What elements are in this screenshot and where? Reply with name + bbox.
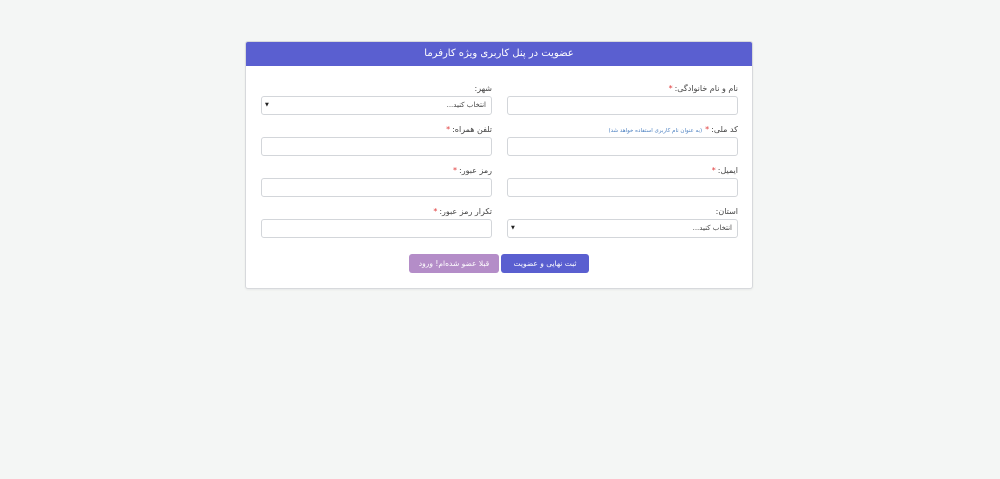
card-header: عضویت در پنل کاربری ویژه کارفرما	[246, 42, 752, 66]
required-marker: *	[446, 125, 451, 134]
page-title: عضویت در پنل کاربری ویژه کارفرما	[424, 48, 574, 59]
national-code-group: کد ملی:*(به عنوان نام کاربری استفاده خوا…	[507, 123, 738, 164]
mobile-label: تلفن همراه:*	[261, 123, 492, 136]
city-select-value: انتخاب کنید...	[446, 101, 486, 109]
login-button[interactable]: قبلا عضو شده‌ام! ورود	[409, 254, 499, 273]
form-actions: ثبت نهایی و عضویت قبلا عضو شده‌ام! ورود	[246, 254, 752, 273]
registration-form: نام و نام خانوادگی:* شهر: انتخاب کنید...…	[261, 82, 738, 246]
full-name-input[interactable]	[507, 96, 738, 115]
national-code-input[interactable]	[507, 137, 738, 156]
national-code-label: کد ملی:*(به عنوان نام کاربری استفاده خوا…	[507, 123, 738, 136]
email-label-text: ایمیل:	[717, 166, 738, 175]
province-group: استان: انتخاب کنید... ▼	[507, 205, 738, 246]
mobile-input[interactable]	[261, 137, 492, 156]
required-marker: *	[711, 166, 716, 175]
password-repeat-label-text: تکرار رمز عبور:	[439, 207, 492, 216]
email-label: ایمیل:*	[507, 164, 738, 177]
form-row: استان: انتخاب کنید... ▼ تکرار رمز عبور:*	[261, 205, 738, 246]
national-code-hint: (به عنوان نام کاربری استفاده خواهد شد)	[608, 128, 703, 134]
password-input[interactable]	[261, 178, 492, 197]
national-code-label-text: کد ملی:	[711, 125, 738, 134]
caret-down-icon: ▼	[511, 225, 515, 231]
city-group: شهر: انتخاب کنید... ▼	[261, 82, 492, 123]
password-repeat-input[interactable]	[261, 219, 492, 238]
mobile-label-text: تلفن همراه:	[452, 125, 492, 134]
full-name-group: نام و نام خانوادگی:*	[507, 82, 738, 123]
required-marker: *	[433, 207, 438, 216]
form-row: ایمیل:* رمز عبور:*	[261, 164, 738, 205]
form-row: نام و نام خانوادگی:* شهر: انتخاب کنید...…	[261, 82, 738, 123]
registration-card: عضویت در پنل کاربری ویژه کارفرما نام و ن…	[245, 41, 753, 289]
caret-down-icon: ▼	[265, 102, 269, 108]
password-repeat-group: تکرار رمز عبور:*	[261, 205, 492, 246]
city-select[interactable]: انتخاب کنید... ▼	[261, 96, 492, 115]
password-repeat-label: تکرار رمز عبور:*	[261, 205, 492, 218]
email-group: ایمیل:*	[507, 164, 738, 205]
city-label: شهر:	[474, 84, 493, 93]
password-group: رمز عبور:*	[261, 164, 492, 205]
form-row: کد ملی:*(به عنوان نام کاربری استفاده خوا…	[261, 123, 738, 164]
submit-register-button[interactable]: ثبت نهایی و عضویت	[501, 254, 589, 273]
required-marker: *	[453, 166, 458, 175]
password-label-text: رمز عبور:	[459, 166, 492, 175]
province-select[interactable]: انتخاب کنید... ▼	[507, 219, 738, 238]
mobile-group: تلفن همراه:*	[261, 123, 492, 164]
province-select-value: انتخاب کنید...	[692, 224, 732, 232]
required-marker: *	[668, 84, 673, 93]
province-label: استان:	[715, 207, 738, 216]
full-name-label-text: نام و نام خانوادگی:	[674, 84, 738, 93]
email-input[interactable]	[507, 178, 738, 197]
required-marker: *	[705, 125, 710, 134]
password-label: رمز عبور:*	[261, 164, 492, 177]
full-name-label: نام و نام خانوادگی:*	[507, 82, 738, 95]
